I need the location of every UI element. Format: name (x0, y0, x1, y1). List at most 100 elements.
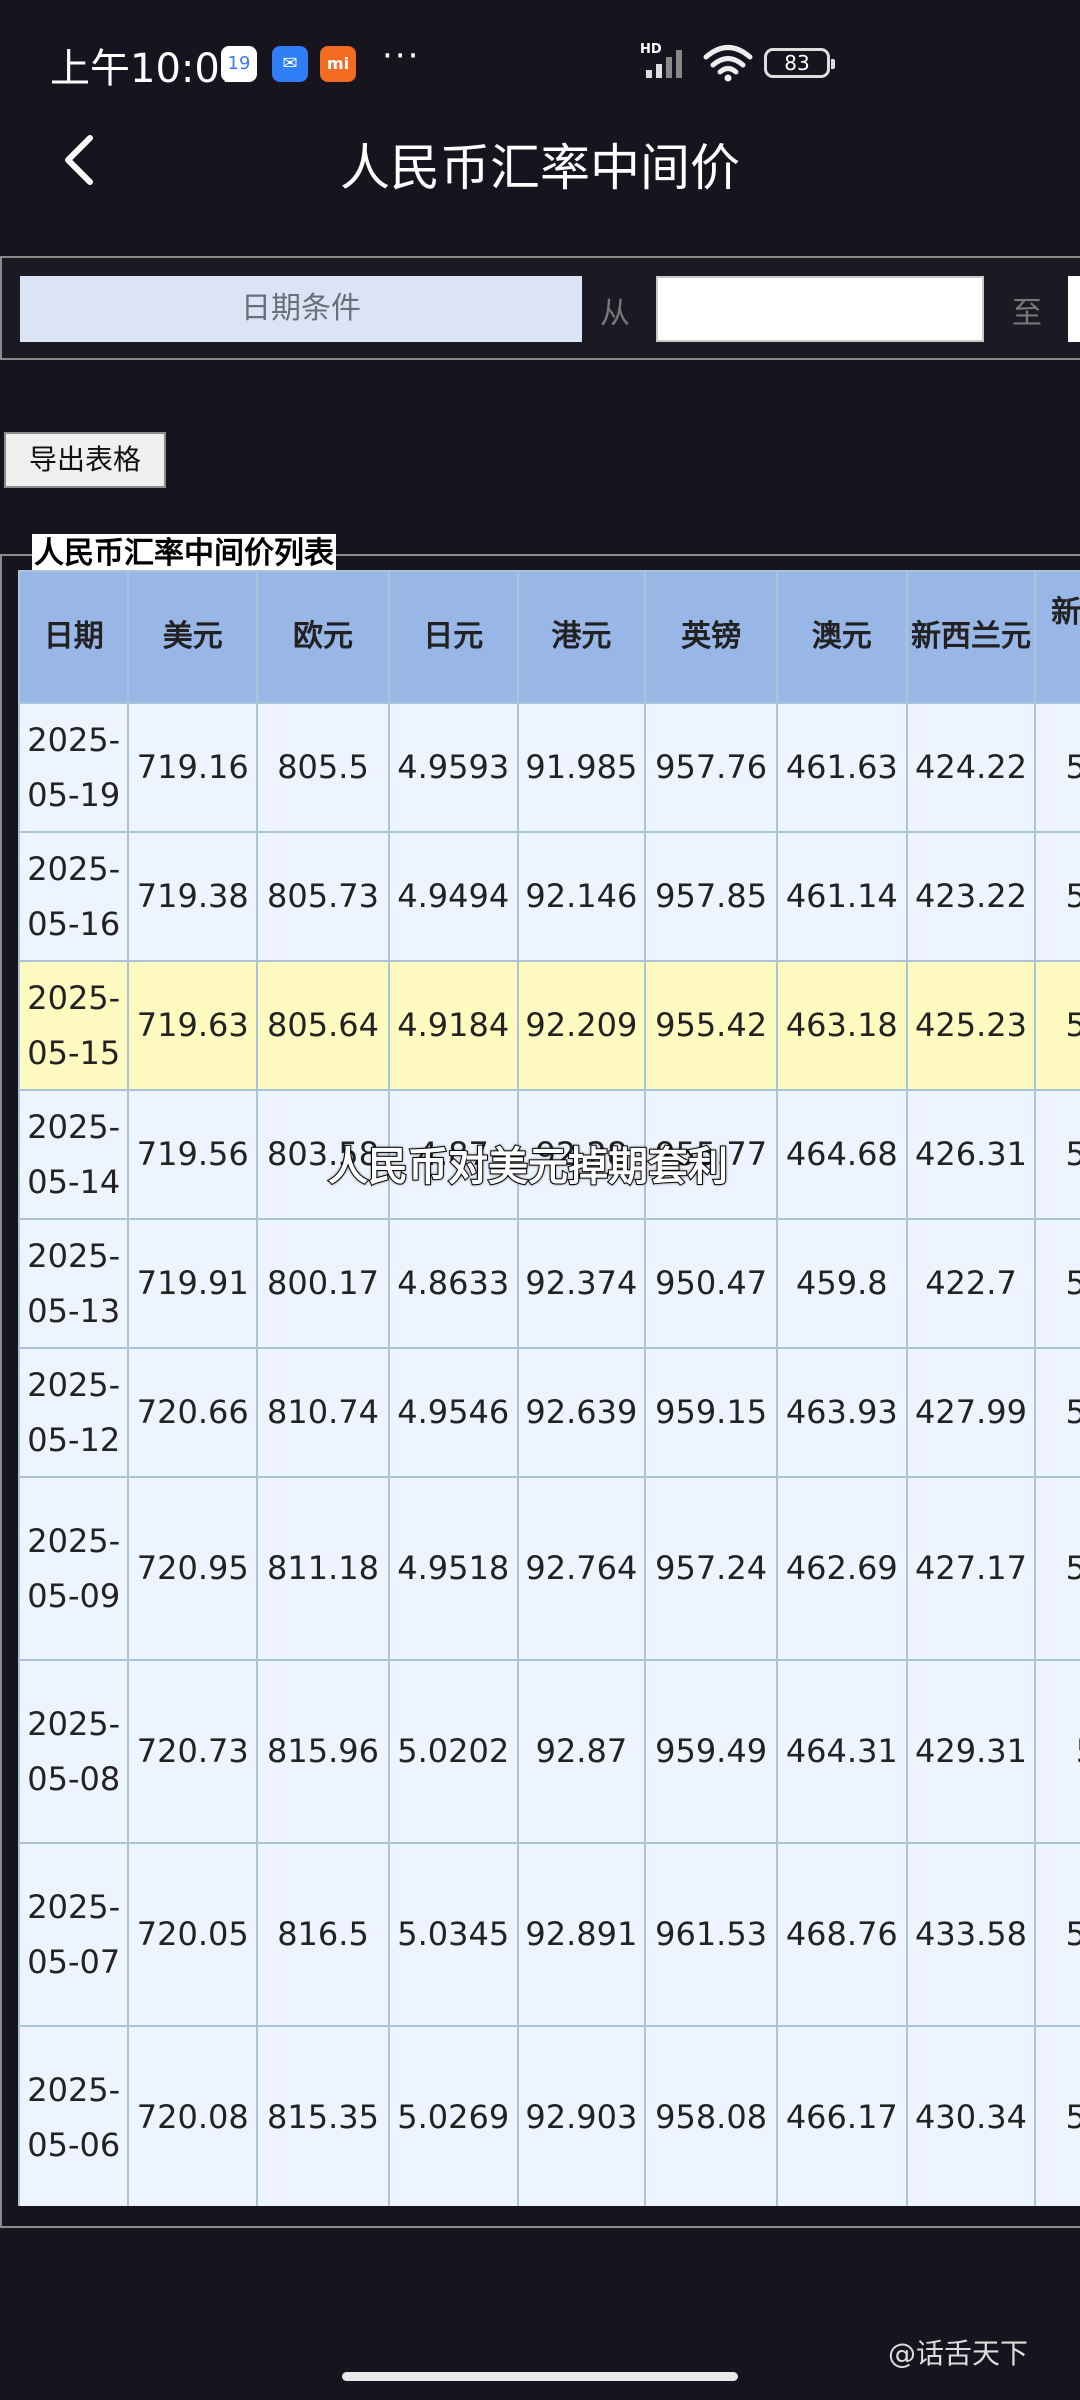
mi-app-icon: mi (320, 46, 356, 82)
table-row[interactable]: 2025-05-16 719.38 805.73 4.9494 92.146 9… (18, 831, 1080, 962)
cell-aud: 468.76 (775, 1842, 908, 2027)
table-row[interactable]: 2025-05-08 720.73 815.96 5.0202 92.87 95… (18, 1659, 1080, 1844)
cell-hkd: 92.639 (516, 1347, 647, 1478)
cell-hkd: 92.374 (516, 1218, 647, 1349)
cell-eur: 805.73 (256, 831, 390, 962)
cell-nzd: 433.58 (905, 1842, 1037, 2027)
table-row[interactable]: 2025-05-06 720.08 815.35 5.0269 92.903 9… (18, 2025, 1080, 2206)
header-gbp: 英镑 (644, 570, 778, 704)
battery-icon: 83 (764, 48, 835, 78)
cell-aud: 461.63 (775, 702, 908, 833)
table-row-highlighted[interactable]: 2025-05-15 719.63 805.64 4.9184 92.209 9… (18, 960, 1080, 1091)
cell-sgd: 556 (1034, 1347, 1080, 1478)
cell-nzd: 422.7 (905, 1218, 1037, 1349)
cell-usd: 719.16 (127, 702, 259, 833)
table-scroll-area[interactable]: 日期 美元 欧元 日元 港元 英镑 澳元 新西兰元 新加坡元 2025-05-1… (18, 570, 1080, 2206)
cell-gbp: 959.49 (644, 1659, 778, 1844)
table-caption: 人民币汇率中间价列表 (32, 534, 336, 574)
cell-sgd: 555 (1034, 1476, 1080, 1661)
end-date-input[interactable] (1068, 276, 1080, 342)
cell-eur: 805.5 (256, 702, 390, 833)
cell-nzd: 427.17 (905, 1476, 1037, 1661)
header-hkd: 港元 (516, 570, 647, 704)
table-header-row: 日期 美元 欧元 日元 港元 英镑 澳元 新西兰元 新加坡元 (18, 570, 1080, 704)
cell-gbp: 961.53 (644, 1842, 778, 2027)
cell-jpy: 5.0269 (387, 2025, 519, 2206)
from-label: 从 (600, 296, 630, 331)
filter-bar: 日期条件 从 至 (0, 256, 1080, 360)
table-row[interactable]: 2025-05-07 720.05 816.5 5.0345 92.891 96… (18, 1842, 1080, 2027)
cell-usd: 719.63 (127, 960, 259, 1091)
cell-nzd: 423.22 (905, 831, 1037, 962)
cell-gbp: 957.76 (644, 702, 778, 833)
cell-sgd: 552 (1034, 1218, 1080, 1349)
cell-sgd: 558 (1034, 2025, 1080, 2206)
cell-hkd: 92.209 (516, 960, 647, 1091)
cell-date: 2025-05-14 (18, 1089, 130, 1220)
author-signature: @话舌天下 (888, 2337, 1029, 2370)
rates-table: 日期 美元 欧元 日元 港元 英镑 澳元 新西兰元 新加坡元 2025-05-1… (18, 570, 1080, 2206)
cell-aud: 463.18 (775, 960, 908, 1091)
cell-aud: 459.8 (775, 1218, 908, 1349)
table-row[interactable]: 2025-05-13 719.91 800.17 4.8633 92.374 9… (18, 1218, 1080, 1349)
header-eur: 欧元 (256, 570, 390, 704)
header-usd: 美元 (127, 570, 259, 704)
cell-aud: 464.31 (775, 1659, 908, 1844)
cell-nzd: 426.31 (905, 1089, 1037, 1220)
cell-gbp: 957.85 (644, 831, 778, 962)
cell-date: 2025-05-19 (18, 702, 130, 833)
header-jpy: 日元 (387, 570, 519, 704)
cell-eur: 805.64 (256, 960, 390, 1091)
overlay-caption: 人民币对美元掉期套利 (327, 1143, 729, 1191)
cell-nzd: 425.23 (905, 960, 1037, 1091)
table-row[interactable]: 2025-05-09 720.95 811.18 4.9518 92.764 9… (18, 1476, 1080, 1661)
status-time: 上午10:01 (50, 46, 246, 92)
cell-usd: 720.95 (127, 1476, 259, 1661)
calendar-app-icon: 19 (221, 46, 257, 82)
cell-eur: 815.35 (256, 2025, 390, 2206)
cell-usd: 720.66 (127, 1347, 259, 1478)
cell-date: 2025-05-07 (18, 1842, 130, 2027)
cell-jpy: 4.8633 (387, 1218, 519, 1349)
cell-date: 2025-05-16 (18, 831, 130, 962)
cell-jpy: 5.0202 (387, 1659, 519, 1844)
export-table-button[interactable]: 导出表格 (4, 432, 166, 488)
table-row[interactable]: 2025-05-19 719.16 805.5 4.9593 91.985 95… (18, 702, 1080, 833)
wifi-icon (703, 45, 753, 82)
status-bar: 上午10:01 19 ✉ mi ··· HD 83 (0, 0, 1080, 128)
home-indicator[interactable] (342, 2372, 738, 2381)
more-notifications-icon: ··· (382, 36, 421, 76)
cell-hkd: 92.87 (516, 1659, 647, 1844)
cell-eur: 810.74 (256, 1347, 390, 1478)
cell-eur: 815.96 (256, 1659, 390, 1844)
cell-jpy: 4.9494 (387, 831, 519, 962)
cell-hkd: 92.891 (516, 1842, 647, 2027)
cell-jpy: 4.9518 (387, 1476, 519, 1661)
date-condition-select[interactable]: 日期条件 (20, 276, 582, 342)
cell-jpy: 4.9184 (387, 960, 519, 1091)
cell-sgd: 559 (1034, 1842, 1080, 2027)
cell-aud: 466.17 (775, 2025, 908, 2206)
cell-nzd: 424.22 (905, 702, 1037, 833)
header-nzd: 新西兰元 (905, 570, 1037, 704)
cell-sgd: 554 (1034, 702, 1080, 833)
cell-nzd: 429.31 (905, 1659, 1037, 1844)
cell-usd: 720.73 (127, 1659, 259, 1844)
cell-usd: 720.08 (127, 2025, 259, 2206)
cell-nzd: 430.34 (905, 2025, 1037, 2206)
cell-jpy: 4.9593 (387, 702, 519, 833)
cell-aud: 464.68 (775, 1089, 908, 1220)
cell-usd: 719.91 (127, 1218, 259, 1349)
cell-usd: 719.38 (127, 831, 259, 962)
cell-date: 2025-05-15 (18, 960, 130, 1091)
table-row[interactable]: 2025-05-12 720.66 810.74 4.9546 92.639 9… (18, 1347, 1080, 1478)
cell-sgd: 553 (1034, 960, 1080, 1091)
cell-hkd: 92.903 (516, 2025, 647, 2206)
cell-sgd: 55 (1034, 1659, 1080, 1844)
signal-icon (646, 50, 682, 78)
cell-sgd: 555 (1034, 831, 1080, 962)
cell-aud: 462.69 (775, 1476, 908, 1661)
start-date-input[interactable] (656, 276, 984, 342)
cell-gbp: 955.42 (644, 960, 778, 1091)
cell-date: 2025-05-08 (18, 1659, 130, 1844)
